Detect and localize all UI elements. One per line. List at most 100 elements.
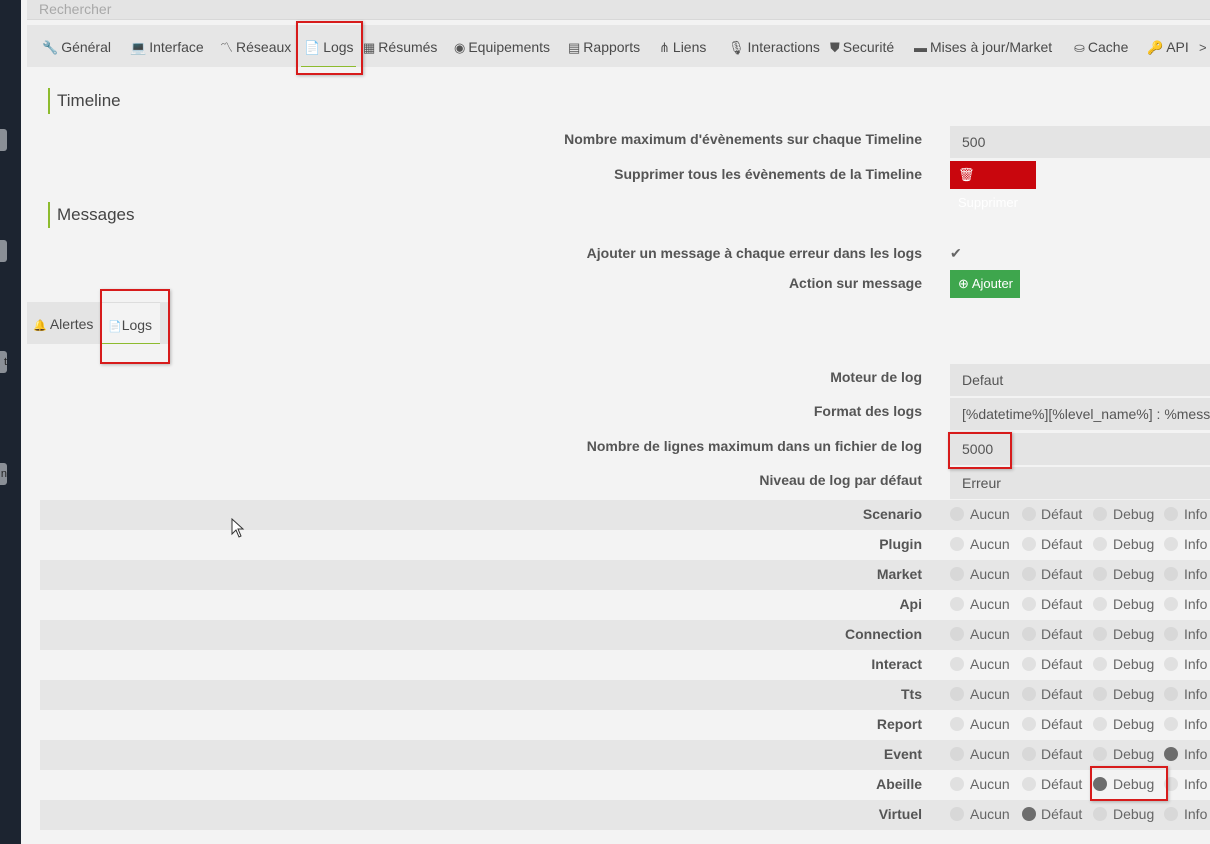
radio-aucun[interactable] [950, 627, 964, 641]
tab-securite[interactable]: ⛊ Securité [830, 25, 894, 67]
hdd-icon: ⛀ [1074, 40, 1085, 55]
subtab-label: Logs [121, 317, 153, 333]
radio-aucun[interactable] [950, 537, 964, 551]
tab-general[interactable]: 🔧 Général [42, 25, 111, 67]
terminal-icon: > [1199, 40, 1207, 55]
tab-reseaux[interactable]: 〽 Réseaux [220, 25, 291, 67]
radio-aucun[interactable] [950, 657, 964, 671]
radio-debug[interactable] [1093, 567, 1107, 581]
radio-debug[interactable] [1093, 807, 1107, 821]
radio-defaut[interactable] [1022, 597, 1036, 611]
log-row-label: Virtuel [878, 806, 922, 822]
radio-info[interactable] [1164, 777, 1178, 791]
tab-label: Résumés [378, 39, 438, 55]
strip-tab[interactable]: n [0, 463, 7, 485]
log-row-label: Connection [845, 626, 922, 642]
radio-aucun[interactable] [950, 777, 964, 791]
left-sidebar-strip: t n [0, 0, 21, 844]
radio-defaut[interactable] [1022, 747, 1036, 761]
add-action-button[interactable]: ⊕ Ajouter [950, 270, 1020, 298]
radio-aucun[interactable] [950, 717, 964, 731]
radio-aucun[interactable] [950, 507, 964, 521]
tab-liens[interactable]: ⋔ Liens [659, 25, 706, 67]
max-events-input[interactable]: 500 [950, 126, 1210, 158]
radio-defaut[interactable] [1022, 507, 1036, 521]
strip-tab[interactable] [0, 129, 7, 151]
radio-debug[interactable] [1093, 687, 1107, 701]
radio-label: Défaut [1041, 566, 1083, 582]
log-row-api: Api Aucun Défaut Debug Info [40, 590, 1210, 620]
tab-logs[interactable]: 📄 Logs [301, 25, 356, 67]
subtab-logs[interactable]: 📄Logs [102, 302, 160, 344]
radio-label: Défaut [1041, 626, 1083, 642]
log-format-input[interactable]: [%datetime%][%level_name%] : %message% [950, 398, 1210, 430]
radio-info[interactable] [1164, 537, 1178, 551]
radio-info[interactable] [1164, 507, 1178, 521]
tab-label: Equipements [468, 39, 551, 55]
radio-aucun[interactable] [950, 747, 964, 761]
radio-defaut[interactable] [1022, 687, 1036, 701]
tab-terminal[interactable]: > [1199, 25, 1210, 67]
max-lines-input[interactable]: 5000 [950, 433, 1210, 465]
radio-info[interactable] [1164, 627, 1178, 641]
radio-debug[interactable] [1093, 777, 1107, 791]
strip-tab[interactable] [0, 240, 7, 262]
radio-aucun[interactable] [950, 807, 964, 821]
sitemap-icon: ⋔ [659, 40, 670, 55]
log-engine-select[interactable]: Defaut [950, 364, 1210, 396]
add-message-label: Ajouter un message à chaque erreur dans … [586, 245, 922, 261]
radio-info[interactable] [1164, 717, 1178, 731]
log-subtabs: 🔔 Alertes 📄Logs [27, 302, 170, 344]
radio-info[interactable] [1164, 567, 1178, 581]
tab-resumes[interactable]: ▦ Résumés [363, 25, 437, 67]
radio-debug[interactable] [1093, 507, 1107, 521]
radio-info[interactable] [1164, 687, 1178, 701]
action-message-label: Action sur message [788, 275, 922, 291]
radio-defaut[interactable] [1022, 627, 1036, 641]
radio-label: Debug [1113, 776, 1155, 792]
radio-label: Info [1184, 596, 1208, 612]
radio-defaut[interactable] [1022, 567, 1036, 581]
radio-aucun[interactable] [950, 597, 964, 611]
radio-aucun[interactable] [950, 567, 964, 581]
tab-equipements[interactable]: ◉ Equipements [454, 25, 550, 67]
add-message-checkbox[interactable]: ✔ [950, 245, 966, 261]
subtab-alertes[interactable]: 🔔 Alertes [33, 302, 93, 344]
radio-info[interactable] [1164, 657, 1178, 671]
radio-debug[interactable] [1093, 657, 1107, 671]
log-row-label: Report [876, 716, 922, 732]
tab-rapports[interactable]: ▤ Rapports [568, 25, 640, 67]
radio-defaut[interactable] [1022, 657, 1036, 671]
radio-info[interactable] [1164, 597, 1178, 611]
tab-api[interactable]: 🔑 API [1147, 25, 1189, 67]
radio-label: Debug [1113, 656, 1155, 672]
radio-defaut[interactable] [1022, 537, 1036, 551]
search-input[interactable] [27, 0, 1210, 18]
devices-icon: ◉ [454, 40, 466, 55]
radio-aucun[interactable] [950, 687, 964, 701]
radio-info[interactable] [1164, 807, 1178, 821]
radio-label: Info [1184, 776, 1208, 792]
radio-info[interactable] [1164, 747, 1178, 761]
radio-debug[interactable] [1093, 627, 1107, 641]
radio-defaut[interactable] [1022, 777, 1036, 791]
radio-debug[interactable] [1093, 597, 1107, 611]
default-level-select[interactable]: Erreur [950, 467, 1210, 499]
radio-defaut[interactable] [1022, 717, 1036, 731]
radio-debug[interactable] [1093, 537, 1107, 551]
delete-timeline-button[interactable]: 🗑 Supprimer [950, 161, 1036, 210]
radio-label: Debug [1113, 536, 1155, 552]
max-lines-label: Nombre de lignes maximum dans un fichier… [586, 438, 922, 454]
file-icon: 📄 [108, 321, 122, 333]
tab-cache[interactable]: ⛀ Cache [1074, 25, 1128, 67]
radio-debug[interactable] [1093, 717, 1107, 731]
radio-debug[interactable] [1093, 747, 1107, 761]
log-row-abeille: Abeille Aucun Défaut Debug Info [40, 770, 1210, 800]
tab-interface[interactable]: 💻 Interface [130, 25, 204, 67]
tab-interactions[interactable]: 🎙 Interactions [728, 25, 820, 67]
subtab-label: Alertes [49, 316, 94, 332]
radio-label: Debug [1113, 806, 1155, 822]
radio-defaut[interactable] [1022, 807, 1036, 821]
strip-tab[interactable]: t [0, 351, 7, 373]
tab-mises-a-jour[interactable]: ▬ Mises à jour/Market [914, 25, 1052, 67]
